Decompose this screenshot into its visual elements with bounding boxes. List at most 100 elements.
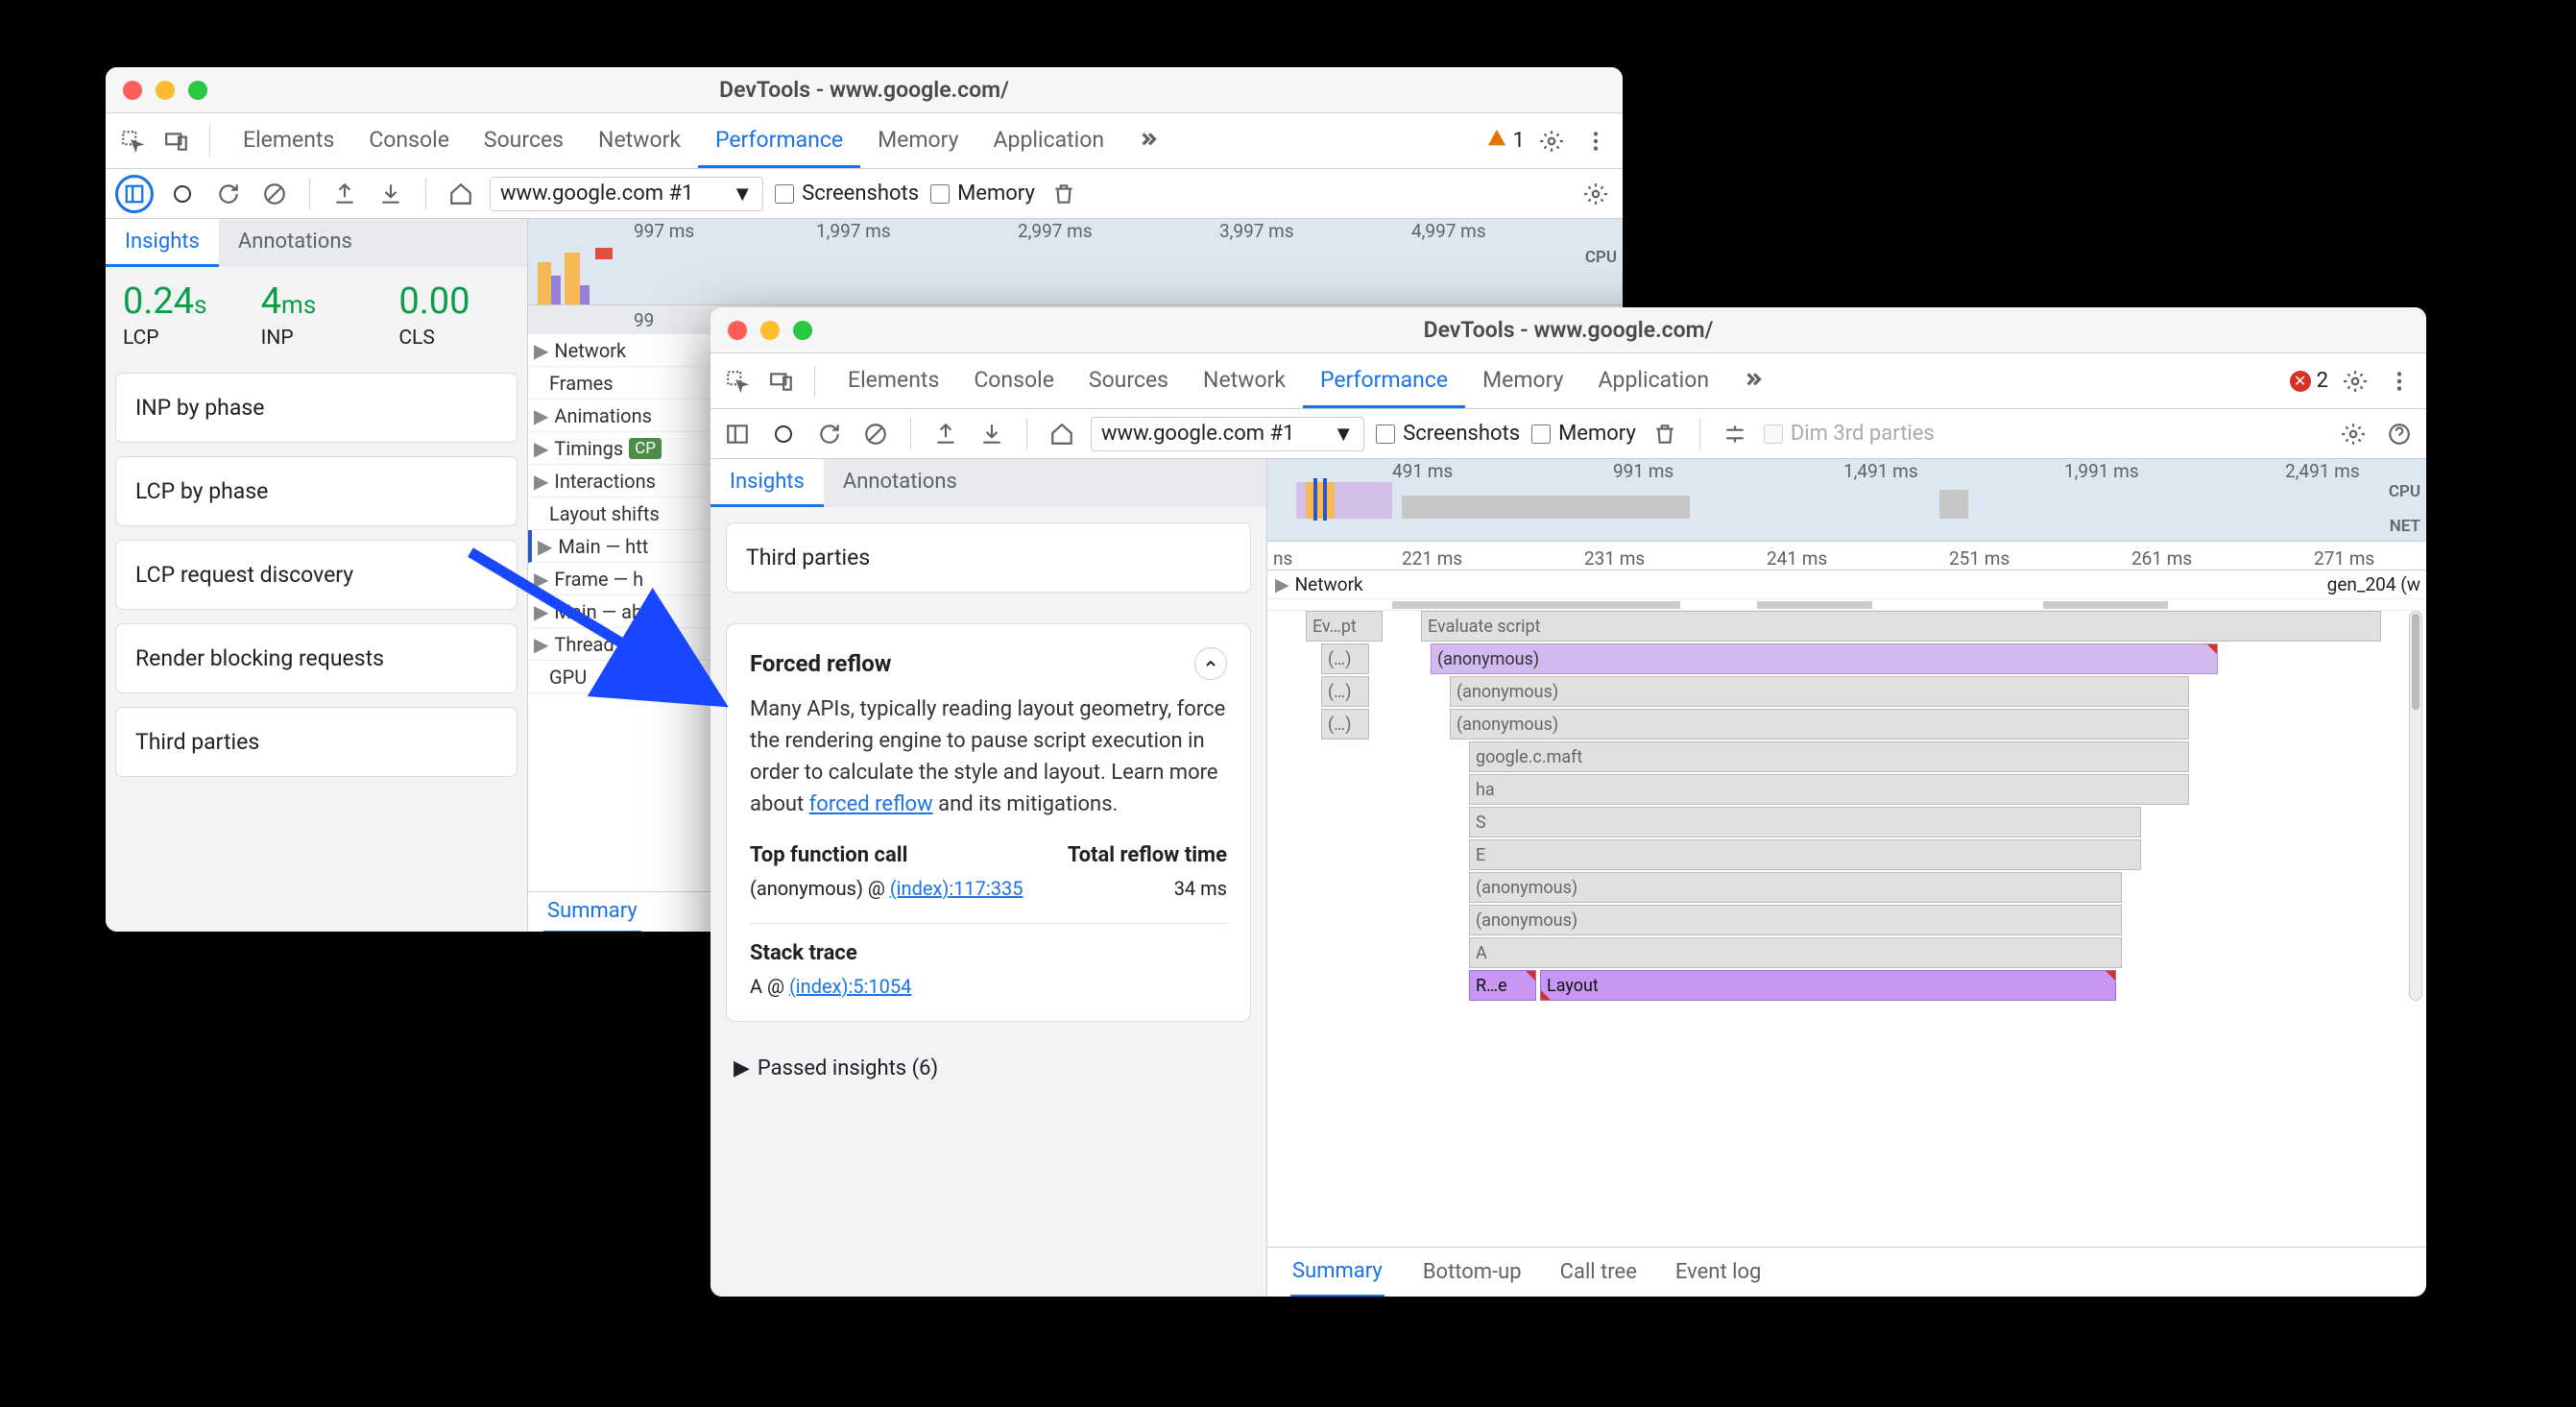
flame-S[interactable]: S: [1469, 807, 2141, 837]
titlebar[interactable]: DevTools - www.google.com/: [106, 67, 1623, 113]
tab-application[interactable]: Application: [976, 113, 1122, 168]
inspect-element-icon[interactable]: [720, 364, 755, 399]
kebab-menu-icon[interactable]: [2382, 364, 2417, 399]
record-button[interactable]: [766, 417, 801, 451]
insight-third-parties[interactable]: Third parties: [115, 707, 518, 777]
download-icon[interactable]: [373, 177, 408, 211]
dim-3rd-parties-checkbox[interactable]: Dim 3rd parties: [1764, 422, 1935, 446]
tab-application[interactable]: Application: [1581, 353, 1727, 408]
tab-elements[interactable]: Elements: [226, 113, 351, 168]
track-network[interactable]: ▶ Network gen_204 (w: [1267, 570, 2426, 599]
home-icon[interactable]: [1045, 417, 1079, 451]
warnings-badge[interactable]: 1: [1486, 128, 1525, 155]
tab-console[interactable]: Console: [956, 353, 1071, 408]
sidebar-tab-insights[interactable]: Insights: [710, 459, 824, 507]
kebab-menu-icon[interactable]: [1578, 124, 1613, 158]
flame-anonymous-1[interactable]: (anonymous): [1431, 643, 2218, 674]
tab-performance[interactable]: Performance: [698, 113, 860, 168]
flame-dots1[interactable]: (…): [1321, 643, 1369, 674]
reload-record-button[interactable]: [211, 177, 246, 211]
tab-elements[interactable]: Elements: [831, 353, 956, 408]
screenshots-checkbox[interactable]: Screenshots: [1376, 422, 1520, 446]
sidebar-tab-annotations[interactable]: Annotations: [219, 219, 372, 267]
capture-settings-gear-icon[interactable]: [1578, 177, 1613, 211]
metric-cls[interactable]: 0.00 CLS: [389, 280, 519, 350]
flame-E[interactable]: E: [1469, 839, 2141, 870]
learn-more-link[interactable]: forced reflow: [809, 792, 933, 816]
source-link[interactable]: (index):5:1054: [789, 975, 911, 998]
sidebar-tab-insights[interactable]: Insights: [106, 219, 219, 267]
tab-call-tree[interactable]: Call tree: [1560, 1260, 1637, 1284]
zoom-window-button[interactable]: [793, 321, 812, 340]
tab-sources[interactable]: Sources: [467, 113, 581, 168]
tab-bottom-up[interactable]: Bottom-up: [1423, 1260, 1522, 1284]
more-tabs-icon[interactable]: [1736, 364, 1770, 399]
home-icon[interactable]: [444, 177, 478, 211]
recording-select[interactable]: www.google.com #1 ▼: [1091, 417, 1364, 451]
flame-layout[interactable]: Layout: [1540, 970, 2116, 1001]
flame-evaluate[interactable]: Ev…pt: [1306, 611, 1383, 642]
device-toggle-icon[interactable]: [764, 364, 799, 399]
metric-lcp[interactable]: 0.24s LCP: [113, 280, 244, 350]
minimize-window-button[interactable]: [760, 321, 780, 340]
download-icon[interactable]: [975, 417, 1009, 451]
toggle-sidebar-button[interactable]: [720, 417, 755, 451]
clear-button[interactable]: [858, 417, 893, 451]
help-icon[interactable]: [2382, 417, 2417, 451]
flame-ha[interactable]: ha: [1469, 774, 2189, 805]
garbage-collect-icon[interactable]: [1047, 177, 1081, 211]
errors-badge[interactable]: ✕ 2: [2290, 369, 2328, 393]
upload-icon[interactable]: [327, 177, 362, 211]
timeline-overview[interactable]: 997 ms 1,997 ms 2,997 ms 3,997 ms 4,997 …: [528, 219, 1623, 305]
settings-gear-icon[interactable]: [1534, 124, 1569, 158]
flame-A[interactable]: A: [1469, 937, 2122, 968]
settings-gear-icon[interactable]: [2338, 364, 2372, 399]
recording-select[interactable]: www.google.com #1 ▼: [490, 177, 763, 211]
tab-network[interactable]: Network: [581, 113, 698, 168]
tab-memory[interactable]: Memory: [1465, 353, 1580, 408]
insight-lcp-request-discovery[interactable]: LCP request discovery: [115, 540, 518, 610]
device-toggle-icon[interactable]: [159, 124, 194, 158]
timeline-overview[interactable]: 491 ms 991 ms 1,491 ms 1,991 ms 2,491 ms…: [1267, 459, 2426, 542]
toggle-sidebar-button[interactable]: [115, 175, 154, 213]
flame-anonymous-5[interactable]: (anonymous): [1469, 905, 2122, 935]
summary-tab[interactable]: Summary: [543, 891, 641, 933]
scrollbar[interactable]: [2409, 611, 2422, 1001]
flame-evaluate-script[interactable]: Evaluate script: [1421, 611, 2381, 642]
memory-checkbox[interactable]: Memory: [930, 182, 1035, 206]
insight-third-parties-collapsed[interactable]: Third parties: [710, 507, 1266, 608]
record-button[interactable]: [165, 177, 200, 211]
passed-insights-toggle[interactable]: ▶ Passed insights (6): [710, 1037, 1266, 1100]
flame-dots3[interactable]: (…): [1321, 709, 1369, 740]
capture-settings-gear-icon[interactable]: [2336, 417, 2371, 451]
insight-render-blocking[interactable]: Render blocking requests: [115, 623, 518, 693]
flame-chart[interactable]: Ev…pt (…) (…) (…) Evaluate script (anony…: [1267, 611, 2426, 1247]
tab-network[interactable]: Network: [1186, 353, 1303, 408]
upload-icon[interactable]: [928, 417, 963, 451]
screenshots-checkbox[interactable]: Screenshots: [775, 182, 919, 206]
timeline[interactable]: 491 ms 991 ms 1,491 ms 1,991 ms 2,491 ms…: [1267, 459, 2426, 1297]
titlebar[interactable]: DevTools - www.google.com/: [710, 307, 2426, 353]
tab-summary[interactable]: Summary: [1290, 1248, 1384, 1298]
more-tabs-icon[interactable]: [1131, 124, 1166, 158]
tab-sources[interactable]: Sources: [1071, 353, 1186, 408]
memory-checkbox[interactable]: Memory: [1531, 422, 1636, 446]
inspect-element-icon[interactable]: [115, 124, 150, 158]
insight-inp-by-phase[interactable]: INP by phase: [115, 373, 518, 443]
sidebar-tab-annotations[interactable]: Annotations: [824, 459, 976, 507]
tab-console[interactable]: Console: [351, 113, 467, 168]
flame-recalc[interactable]: R…e: [1469, 970, 1536, 1001]
metric-inp[interactable]: 4ms INP: [252, 280, 382, 350]
reload-record-button[interactable]: [812, 417, 847, 451]
flame-anonymous-4[interactable]: (anonymous): [1469, 872, 2122, 903]
flame-anonymous-3[interactable]: (anonymous): [1450, 709, 2189, 740]
close-window-button[interactable]: [123, 81, 142, 100]
clear-button[interactable]: [257, 177, 292, 211]
flame-anonymous-2[interactable]: (anonymous): [1450, 676, 2189, 707]
tab-event-log[interactable]: Event log: [1675, 1260, 1761, 1284]
tab-performance[interactable]: Performance: [1303, 353, 1465, 408]
zoom-window-button[interactable]: [188, 81, 207, 100]
shortcuts-icon[interactable]: [1718, 417, 1752, 451]
insight-lcp-by-phase[interactable]: LCP by phase: [115, 456, 518, 526]
collapse-button[interactable]: [1194, 647, 1227, 680]
